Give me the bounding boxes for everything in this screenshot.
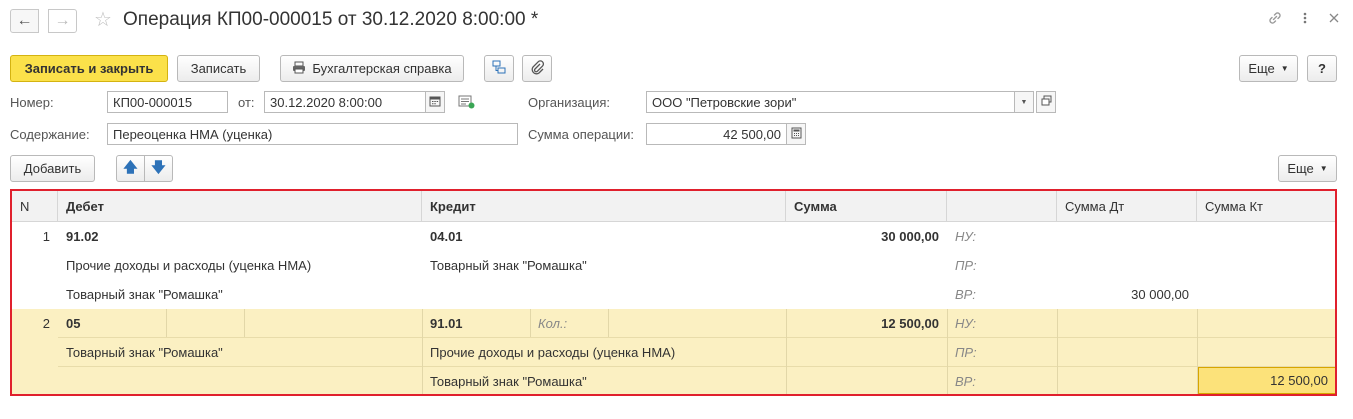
credit-account[interactable]: 04.01	[422, 222, 786, 251]
tax-label-nu: НУ:	[955, 316, 977, 331]
credit-account[interactable]: 91.01	[422, 309, 530, 338]
organization-label: Организация:	[528, 95, 611, 110]
organization-dropdown[interactable]: ▼	[1014, 91, 1034, 113]
operation-sum-label: Сумма операции:	[528, 127, 634, 142]
arrow-left-icon: ←	[16, 12, 33, 29]
credit-quantity-label: Кол.:	[538, 316, 568, 331]
tax-label-pr: ПР:	[955, 258, 977, 273]
calculator-icon	[791, 127, 802, 142]
organization-field[interactable]: ООО "Петровские зори"	[646, 91, 1016, 113]
help-button[interactable]: ?	[1307, 55, 1337, 82]
sum-kt-vr[interactable]: 12 500,00	[1198, 366, 1335, 394]
date-field[interactable]: 30.12.2020 8:00:00	[264, 91, 426, 113]
kebab-menu-icon[interactable]	[1301, 10, 1309, 31]
column-header-blank[interactable]	[947, 191, 1057, 222]
structure-button[interactable]	[484, 55, 514, 82]
move-down-button[interactable]: 🡇	[144, 155, 173, 182]
tax-label-vr: ВР:	[955, 374, 976, 389]
more-button[interactable]: Еще ▼	[1239, 55, 1298, 82]
debit-subconto-1[interactable]: Товарный знак "Ромашка"	[58, 338, 422, 367]
open-window-icon	[1041, 95, 1052, 109]
table-row-selected[interactable]: 2 05 Товарный знак "Ромашка" 91.01 Кол.:…	[12, 309, 1335, 394]
table-header: N Дебет Кредит Сумма Сумма Дт Сумма Кт	[12, 191, 1335, 222]
debit-subconto-1[interactable]: Прочие доходы и расходы (уценка НМА)	[58, 251, 422, 280]
operation-sum-field[interactable]: 42 500,00	[646, 123, 787, 145]
star-icon[interactable]: ☆	[94, 7, 112, 32]
arrow-up-icon: 🡅	[123, 158, 138, 175]
attach-button[interactable]	[522, 55, 552, 82]
credit-subconto-1[interactable]: Прочие доходы и расходы (уценка НМА)	[422, 338, 786, 367]
more-label: Еще	[1248, 61, 1275, 76]
tax-label-vr: ВР:	[955, 287, 976, 302]
table-more-button[interactable]: Еще ▼	[1278, 155, 1337, 182]
table-more-label: Еще	[1287, 161, 1314, 176]
page-title: Операция КП00-000015 от 30.12.2020 8:00:…	[123, 9, 539, 30]
calendar-icon	[429, 95, 441, 110]
column-header-sum-dt[interactable]: Сумма Дт	[1057, 191, 1197, 222]
column-header-sum[interactable]: Сумма	[786, 191, 947, 222]
save-button[interactable]: Записать	[177, 55, 260, 82]
number-label: Номер:	[10, 95, 54, 110]
link-icon[interactable]	[1267, 10, 1283, 31]
debit-account[interactable]: 91.02	[58, 222, 422, 251]
accounting-note-label: Бухгалтерская справка	[312, 61, 452, 76]
forward-button[interactable]: →	[48, 9, 77, 33]
chevron-down-icon: ▼	[1020, 98, 1028, 106]
debit-account[interactable]: 05	[58, 309, 166, 338]
row-number: 1	[42, 229, 50, 244]
back-button[interactable]: ←	[10, 9, 39, 33]
move-up-button[interactable]: 🡅	[116, 155, 145, 182]
row-sum[interactable]: 30 000,00	[786, 222, 947, 251]
column-header-sum-kt[interactable]: Сумма Кт	[1197, 191, 1335, 222]
column-header-credit[interactable]: Кредит	[422, 191, 786, 222]
row-sum[interactable]: 12 500,00	[786, 309, 947, 338]
paperclip-icon	[530, 59, 545, 78]
calendar-button[interactable]	[425, 91, 445, 113]
sum-dt-vr[interactable]: 30 000,00	[1057, 280, 1197, 309]
printer-icon	[292, 61, 306, 77]
add-row-button[interactable]: Добавить	[10, 155, 95, 182]
tax-label-pr: ПР:	[955, 345, 977, 360]
document-list-icon[interactable]	[458, 95, 475, 112]
row-number: 2	[42, 316, 50, 331]
arrow-down-icon: 🡇	[151, 158, 166, 175]
column-header-n[interactable]: N	[12, 191, 58, 222]
number-field[interactable]: КП00-000015	[107, 91, 228, 113]
content-field[interactable]: Переоценка НМА (уценка)	[107, 123, 518, 145]
column-header-debit[interactable]: Дебет	[58, 191, 422, 222]
arrow-right-icon: →	[54, 12, 71, 29]
tax-label-nu: НУ:	[955, 229, 977, 244]
save-and-close-button[interactable]: Записать и закрыть	[10, 55, 168, 82]
debit-subconto-2[interactable]: Товарный знак "Ромашка"	[58, 280, 422, 309]
calculator-button[interactable]	[786, 123, 806, 145]
accounting-note-button[interactable]: Бухгалтерская справка	[280, 55, 464, 82]
content-label: Содержание:	[10, 127, 90, 142]
close-icon[interactable]	[1327, 10, 1341, 31]
credit-subconto-2[interactable]: Товарный знак "Ромашка"	[422, 367, 786, 394]
chevron-down-icon: ▼	[1319, 164, 1328, 173]
entries-table: N Дебет Кредит Сумма Сумма Дт Сумма Кт 1…	[10, 189, 1337, 396]
table-row[interactable]: 1 91.02 Прочие доходы и расходы (уценка …	[12, 222, 1335, 309]
chevron-down-icon: ▼	[1280, 64, 1289, 73]
date-from-label: от:	[238, 95, 255, 110]
document-structure-icon	[491, 59, 507, 78]
credit-subconto-1[interactable]: Товарный знак "Ромашка"	[422, 251, 786, 280]
organization-open-button[interactable]	[1036, 91, 1056, 113]
